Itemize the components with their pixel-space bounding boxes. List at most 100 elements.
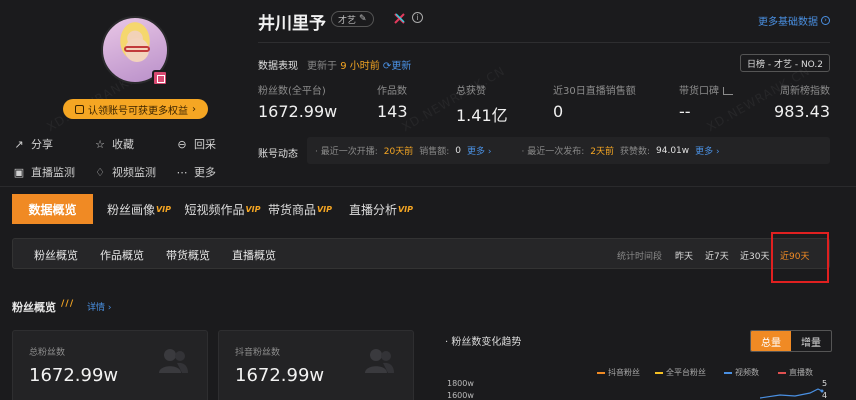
rank-chip[interactable]: 日榜 - 才艺 - NO.2: [740, 54, 830, 72]
dynamics-label: 账号动态: [258, 149, 298, 160]
card-label: 抖音粉丝数: [235, 348, 281, 358]
collect-label: 回采: [194, 138, 216, 151]
subtab-live-overview[interactable]: 直播概览: [232, 247, 276, 263]
favorite-button[interactable]: ☆ 收藏: [94, 136, 134, 152]
more-icon: ⋯: [176, 165, 188, 179]
period-label: 统计时间段: [617, 252, 663, 262]
gift-icon: [75, 104, 84, 114]
sales-prefix: 销售额:: [419, 147, 450, 157]
post-prefix: · 最近一次发布:: [521, 147, 585, 157]
fans-detail-link[interactable]: 详情 ›: [87, 300, 111, 313]
legend-video-count[interactable]: 视频数: [724, 367, 759, 378]
category-tag[interactable]: 才艺 ✎: [331, 11, 374, 27]
y-axis-tick: 1800w: [447, 379, 474, 388]
likes-prefix: 获赞数:: [619, 147, 651, 157]
subtab-fans-overview[interactable]: 粉丝概览: [34, 247, 78, 263]
section-divider: [0, 186, 856, 187]
account-name: 井川里予: [258, 14, 326, 34]
header-divider: [258, 42, 830, 43]
tab-data-overview[interactable]: 数据概览: [12, 194, 93, 224]
total-fans-card: 总粉丝数 1672.99w: [12, 330, 208, 400]
update-time: 9 小时前: [340, 61, 380, 72]
category-tag-label: 才艺: [338, 15, 357, 26]
video-monitor-label: 视频监测: [112, 166, 156, 179]
legend-live-count[interactable]: 直播数: [778, 367, 813, 378]
stat-value: 1.41亿: [456, 106, 508, 125]
more-basic-data-link[interactable]: 更多基础数据 ›: [758, 13, 830, 28]
stat-label-text: 带货口碑: [679, 86, 719, 97]
live-monitor-button[interactable]: ▣ 直播监测: [13, 164, 75, 180]
update-info: 更新于 9 小时前 ⟳更新: [307, 57, 411, 72]
post-days: 2天前: [590, 147, 614, 157]
legend-label: 抖音粉丝: [608, 368, 640, 377]
legend-label: 视频数: [735, 368, 759, 377]
toggle-total[interactable]: 总量: [751, 331, 791, 351]
likes-value: 94.01w: [656, 145, 690, 156]
stat-value: --: [679, 102, 691, 121]
title-decoration-icon: / / /: [61, 299, 73, 309]
toggle-increment[interactable]: 增量: [791, 331, 831, 351]
share-label: 分享: [31, 138, 53, 151]
y-axis-tick: 1600w: [447, 391, 474, 400]
more-button[interactable]: ⋯ 更多: [176, 164, 217, 180]
share-icon: ↗: [14, 137, 24, 151]
stat-value: 1672.99w: [258, 102, 338, 121]
edit-icon: ✎: [359, 14, 367, 24]
avatar-glasses: [124, 46, 150, 52]
trend-chart-icon[interactable]: [723, 87, 733, 95]
sales-value: 0: [455, 145, 461, 156]
subtab-works-overview[interactable]: 作品概览: [100, 247, 144, 263]
favorite-label: 收藏: [112, 138, 134, 151]
legend-all-fans[interactable]: 全平台粉丝: [655, 367, 706, 378]
tab-short-video[interactable]: 短视频作品 VIP: [180, 194, 265, 224]
legend-swatch: [778, 371, 786, 374]
legend-swatch: [724, 371, 732, 374]
highlight-frame: [771, 232, 829, 283]
stat-label: 带货口碑: [679, 82, 733, 97]
period-30d[interactable]: 近30天: [740, 249, 769, 262]
qr-code-icon[interactable]: [152, 70, 168, 86]
fans-overview-title: 粉丝概览: [12, 301, 56, 314]
trend-toggle: 总量 增量: [750, 330, 832, 352]
stat-fans: 粉丝数(全平台) 1672.99w: [258, 82, 337, 121]
live-more-link[interactable]: 更多 ›: [467, 144, 491, 157]
tab-label: 带货商品: [267, 202, 316, 217]
claim-account-label: 认领账号可获更多权益: [88, 105, 188, 117]
stat-label: 总获赞: [456, 86, 486, 97]
trend-line: [760, 388, 824, 399]
live-days: 20天前: [383, 147, 414, 157]
more-label: 更多: [194, 166, 216, 179]
dynamics-box: · 最近一次开播: 20天前 销售额: 0 更多 › · 最近一次发布: 2天前…: [307, 137, 830, 164]
stat-live-sales: 近30日直播销售额 0: [553, 82, 636, 121]
card-label: 总粉丝数: [29, 348, 66, 358]
collect-button[interactable]: ⊖ 回采: [176, 136, 216, 152]
vip-badge: VIP: [397, 204, 414, 214]
star-icon: ☆: [95, 137, 105, 151]
tab-live-analysis[interactable]: 直播分析 VIP: [348, 194, 414, 224]
period-7d[interactable]: 近7天: [705, 249, 729, 262]
legend-douyin-fans[interactable]: 抖音粉丝: [597, 367, 640, 378]
subtab-sales-overview[interactable]: 带货概览: [166, 247, 210, 263]
trend-title: · 粉丝数变化趋势: [445, 337, 522, 348]
stat-value: 143: [377, 102, 408, 121]
performance-label: 数据表现: [258, 61, 298, 72]
chevron-right-circle-icon: ›: [821, 16, 830, 25]
video-monitor-button[interactable]: ♢ 视频监测: [94, 164, 156, 180]
claim-account-button[interactable]: 认领账号可获更多权益 ›: [63, 99, 208, 119]
tab-fan-profile[interactable]: 粉丝画像 VIP: [103, 194, 175, 224]
period-yesterday[interactable]: 昨天: [675, 249, 693, 262]
tab-label: 数据概览: [28, 202, 77, 217]
refresh-button[interactable]: ⟳更新: [383, 61, 411, 72]
vip-badge: VIP: [155, 204, 172, 214]
post-more-link[interactable]: 更多 ›: [695, 144, 719, 157]
stat-label: 周新榜指数: [780, 86, 830, 97]
vip-badge: VIP: [316, 204, 333, 214]
legend-swatch: [597, 371, 605, 374]
tab-products[interactable]: 带货商品 VIP: [267, 194, 333, 224]
share-button[interactable]: ↗ 分享: [13, 136, 53, 152]
stat-weekly-index: 周新榜指数 983.43: [770, 82, 830, 121]
people-icon: [365, 349, 394, 373]
vip-badge: VIP: [245, 204, 261, 214]
douyin-icon: [394, 13, 405, 24]
info-icon[interactable]: i: [412, 12, 423, 23]
